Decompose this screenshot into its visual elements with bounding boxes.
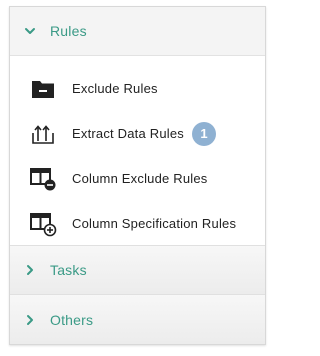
chevron-right-icon bbox=[24, 314, 36, 326]
column-plus-icon bbox=[28, 209, 58, 239]
chevron-down-icon bbox=[24, 25, 36, 37]
menu-item-label: Column Exclude Rules bbox=[72, 171, 208, 186]
export-upload-icon bbox=[28, 119, 58, 149]
count-badge: 1 bbox=[191, 121, 216, 146]
section-label-tasks: Tasks bbox=[50, 262, 87, 278]
section-header-rules[interactable]: Rules bbox=[10, 7, 265, 56]
section-header-others[interactable]: Others bbox=[10, 295, 265, 344]
menu-item-label: Column Specification Rules bbox=[72, 216, 237, 231]
section-header-tasks[interactable]: Tasks bbox=[10, 245, 265, 295]
section-body-rules: Exclude Rules Extract Data Rules 1 Colum… bbox=[10, 56, 265, 245]
folder-minus-icon bbox=[28, 74, 58, 104]
rules-accordion: Rules Exclude Rules Extract Data Rules 1… bbox=[9, 6, 266, 345]
menu-item-column-exclude-rules[interactable]: Column Exclude Rules bbox=[10, 156, 265, 201]
menu-item-exclude-rules[interactable]: Exclude Rules bbox=[10, 66, 265, 111]
section-label-rules: Rules bbox=[50, 23, 87, 39]
menu-item-column-specification-rules[interactable]: Column Specification Rules bbox=[10, 201, 265, 246]
menu-item-extract-data-rules[interactable]: Extract Data Rules 1 bbox=[10, 111, 265, 156]
column-minus-icon bbox=[28, 164, 58, 194]
menu-item-label: Extract Data Rules bbox=[72, 126, 184, 141]
menu-item-label: Exclude Rules bbox=[72, 81, 158, 96]
chevron-right-icon bbox=[24, 264, 36, 276]
section-label-others: Others bbox=[50, 311, 94, 328]
